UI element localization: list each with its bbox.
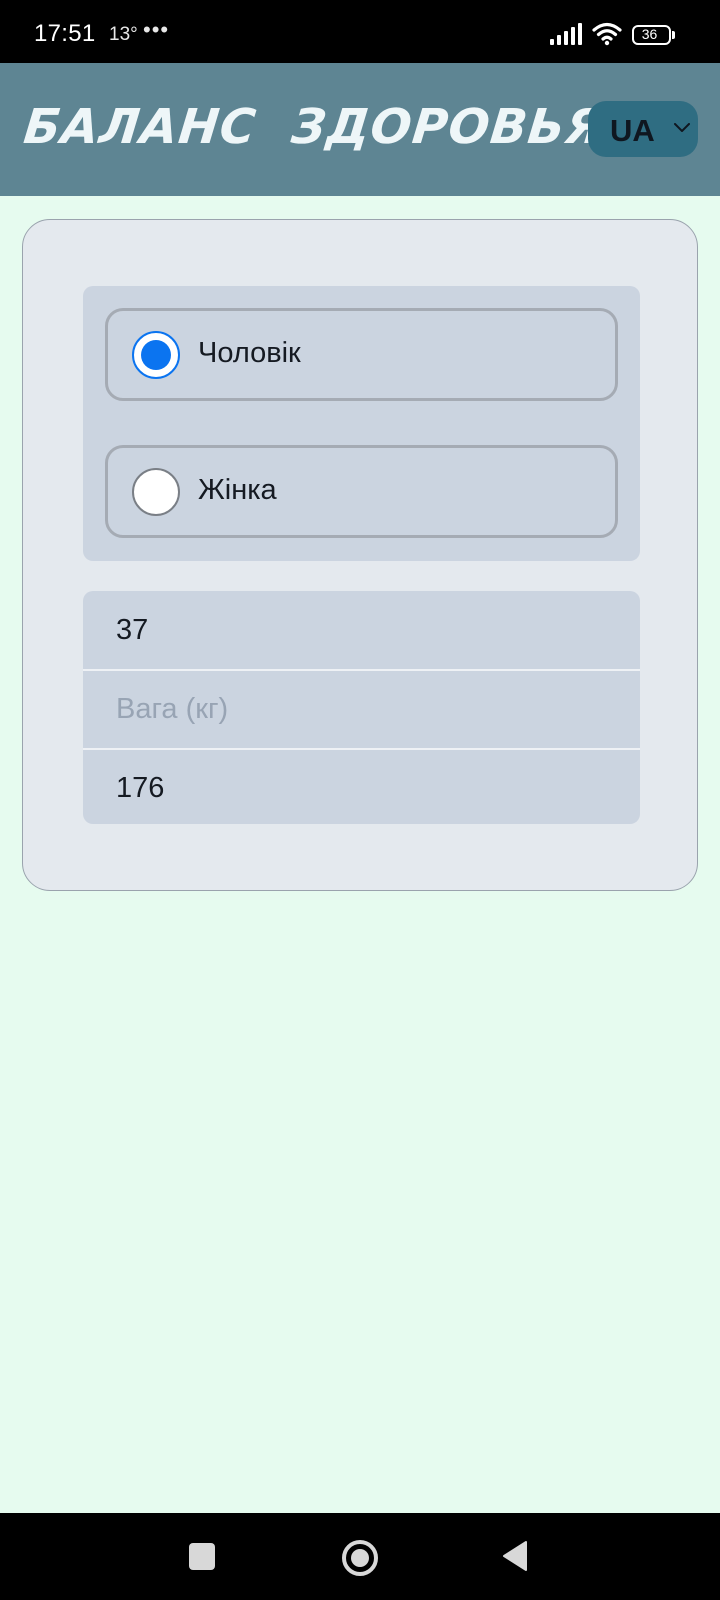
recent-apps-icon[interactable] (189, 1543, 215, 1570)
radio-label-female: Жінка (198, 474, 277, 506)
back-icon[interactable] (502, 1540, 528, 1572)
input-row (83, 591, 640, 669)
radio-button-checked-icon[interactable] (132, 331, 180, 379)
app-title: БАЛАНС ЗДОРОВЬЯ (21, 99, 607, 155)
radio-option-male[interactable]: Чоловік (105, 308, 618, 401)
measurement-inputs (83, 591, 640, 824)
radio-option-female[interactable]: Жінка (105, 445, 618, 538)
height-input[interactable] (83, 750, 640, 824)
input-row (83, 748, 640, 824)
battery-level: 36 (641, 26, 658, 42)
gender-radio-group: Чоловік Жінка (83, 286, 640, 561)
age-input[interactable] (83, 591, 640, 669)
chevron-down-icon (674, 123, 690, 132)
language-label: UA (610, 113, 655, 148)
language-selector[interactable]: UA (588, 101, 698, 157)
status-temperature: 13° (109, 24, 138, 45)
radio-label-male: Чоловік (198, 337, 301, 369)
wifi-icon (592, 22, 622, 46)
main-card: Чоловік Жінка (22, 219, 698, 891)
home-icon[interactable] (341, 1539, 379, 1577)
radio-button-unchecked-icon[interactable] (132, 468, 180, 516)
navigation-bar (0, 1513, 720, 1600)
status-time: 17:51 (34, 20, 96, 47)
weight-input[interactable] (83, 671, 640, 747)
battery-icon: 36 (632, 25, 675, 45)
status-bar: 17:51 13° ••• 36 (0, 0, 720, 63)
app-header: БАЛАНС ЗДОРОВЬЯ UA (0, 63, 720, 196)
more-notifications-icon: ••• (143, 17, 170, 42)
input-row (83, 669, 640, 747)
signal-icon (550, 23, 582, 45)
